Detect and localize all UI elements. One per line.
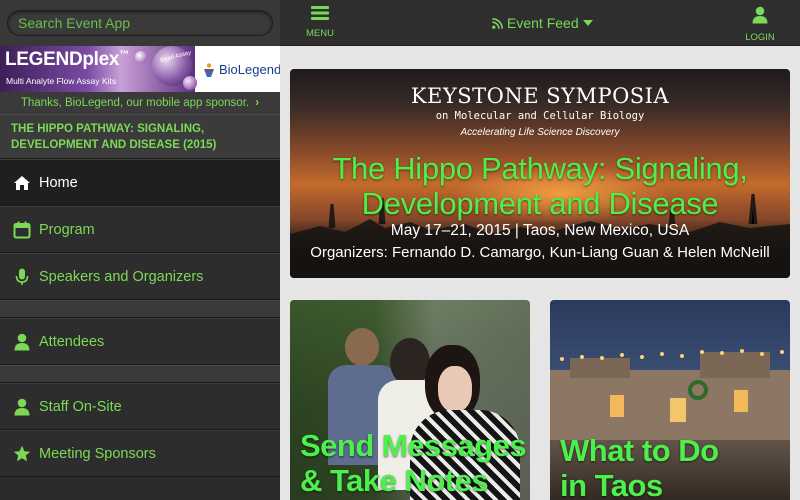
microphone-icon [12,267,32,287]
login-label: LOGIN [745,32,775,43]
wreath [688,380,708,400]
keystone-symposia-logo: KEYSTONE SYMPOSIA [410,84,670,108]
nav-divider [0,300,280,318]
sidebar-item-attendees[interactable]: Attendees [0,318,280,365]
card-caption-line: & Take Notes [300,463,489,498]
chevron-right-icon: › [255,97,260,109]
hero-organizers: Organizers: Fernando D. Camargo, Kun-Lia… [310,244,770,261]
card-caption: What to Do in Taos [560,433,719,500]
sponsor-banner[interactable]: Bead Assay LEGENDplex™ Multi Analyte Flo… [0,46,280,92]
menu-label: MENU [306,28,334,39]
person-head [345,328,379,366]
event-feed-dropdown[interactable]: Event Feed [492,15,597,31]
hero-title: The Hippo Pathway: Signaling, Developmen… [290,151,790,221]
banner-subtitle: Multi Analyte Flow Assay Kits [6,76,117,86]
legendplex-ad: Bead Assay LEGENDplex™ Multi Analyte Flo… [0,46,197,92]
taos-activities-card[interactable]: What to Do in Taos [550,300,790,500]
event-title: THE HIPPO PATHWAY: SIGNALING, DEVELOPMEN… [0,114,280,159]
card-caption: Send Messages & Take Notes [300,428,527,498]
hero-tagline: Accelerating Life Science Discovery [460,127,620,138]
search-input[interactable] [7,10,273,36]
card-caption-line: What to Do [560,433,719,468]
event-feed-label: Event Feed [507,15,579,31]
bead-graphic [183,76,197,90]
menu-button[interactable]: MENU [302,6,338,39]
top-bar: MENU Event Feed LOGIN [280,0,800,46]
event-hero-banner[interactable]: KEYSTONE SYMPOSIA on Molecular and Cellu… [290,69,790,278]
caret-down-icon [582,20,593,26]
person-face [438,366,472,412]
sidebar-item-label: Meeting Sponsors [39,445,156,462]
biolegend-logo-icon [204,63,214,77]
sponsor-thanks-text: Thanks, BioLegend, our mobile app sponso… [20,97,250,109]
sidebar-item-label: Program [39,221,95,238]
sponsor-thanks-link[interactable]: Thanks, BioLegend, our mobile app sponso… [0,92,280,114]
sidebar-item-label: Speakers and Organizers [39,268,204,285]
sidebar: Bead Assay LEGENDplex™ Multi Analyte Flo… [0,0,280,500]
person-head [390,338,430,386]
hero-date-location: May 17–21, 2015 | Taos, New Mexico, USA [390,222,690,239]
user-icon [12,332,32,352]
sidebar-item-label: Staff On-Site [39,398,122,415]
sidebar-item-program[interactable]: Program [0,206,280,253]
sidebar-item-speakers[interactable]: Speakers and Organizers [0,253,280,300]
banner-title: LEGENDplex™ [5,49,129,70]
rss-icon [492,17,503,29]
sidebar-item-label: Home [39,174,78,191]
search-bar [0,0,280,46]
card-caption-line: Send Messages [300,428,527,463]
calendar-icon [12,220,32,240]
hero-title-line: The Hippo Pathway: Signaling, [332,151,748,186]
window-light [734,390,748,412]
hero-title-line: Development and Disease [361,186,719,221]
card-caption-line: in Taos [560,468,663,500]
login-button[interactable]: LOGIN [740,6,780,43]
user-icon [12,397,32,417]
sidebar-item-label: Attendees [39,333,105,350]
nav-divider [0,365,280,383]
messages-notes-card[interactable]: Send Messages & Take Notes [290,300,530,500]
window-light [610,395,624,417]
farolitos-lights [560,349,784,361]
home-icon [12,173,32,193]
window-light [670,398,686,422]
bead-graphic [135,51,147,63]
sidebar-item-home[interactable]: Home [0,159,280,206]
user-icon [752,6,768,24]
biolegend-name: BioLegend [219,62,280,77]
sidebar-item-sponsors[interactable]: Meeting Sponsors [0,430,280,477]
main-content: KEYSTONE SYMPOSIA on Molecular and Cellu… [280,47,800,500]
hero-org-subtitle: on Molecular and Cellular Biology [435,110,645,122]
hamburger-icon [311,6,329,20]
sidebar-item-staff[interactable]: Staff On-Site [0,383,280,430]
star-icon [12,444,32,464]
